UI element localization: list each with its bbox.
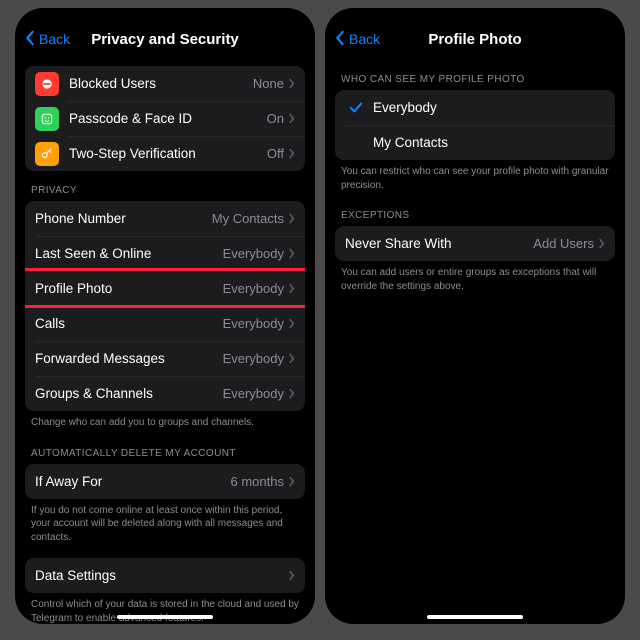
blocked-icon [35, 72, 59, 96]
screen-profile-photo: Back Profile Photo WHO CAN SEE MY PROFIL… [325, 8, 625, 624]
row-passcode-faceid[interactable]: Passcode & Face ID On [25, 101, 305, 136]
chevron-right-icon [288, 248, 295, 259]
row-label: Phone Number [35, 211, 212, 226]
auto-delete-header: AUTOMATICALLY DELETE MY ACCOUNT [25, 434, 305, 464]
row-label: Profile Photo [35, 281, 223, 296]
chevron-right-icon [288, 113, 295, 124]
row-blocked-users[interactable]: Blocked Users None [25, 66, 305, 101]
row-value: Add Users [533, 236, 594, 251]
auto-delete-group: If Away For 6 months [25, 464, 305, 499]
row-label: Blocked Users [69, 76, 253, 91]
auto-delete-footer: If you do not come online at least once … [25, 499, 305, 549]
row-label: Data Settings [35, 568, 288, 583]
who-can-see-footer: You can restrict who can see your profil… [335, 160, 615, 196]
status-bar [15, 8, 315, 22]
row-value: On [267, 111, 284, 126]
row-label: Never Share With [345, 236, 533, 251]
back-button[interactable]: Back [15, 30, 70, 49]
row-if-away-for[interactable]: If Away For 6 months [25, 464, 305, 499]
row-calls[interactable]: Calls Everybody [25, 306, 305, 341]
row-value: Everybody [223, 351, 284, 366]
privacy-footer: Change who can add you to groups and cha… [25, 411, 305, 434]
chevron-right-icon [288, 283, 295, 294]
row-value: 6 months [231, 474, 284, 489]
back-label: Back [349, 31, 380, 47]
key-icon [35, 142, 59, 166]
row-value: Everybody [223, 246, 284, 261]
home-indicator[interactable] [427, 615, 523, 619]
back-label: Back [39, 31, 70, 47]
row-label: If Away For [35, 474, 231, 489]
data-settings-footer: Control which of your data is stored in … [25, 593, 305, 624]
exceptions-header: EXCEPTIONS [335, 196, 615, 226]
home-indicator[interactable] [117, 615, 213, 619]
row-forwarded[interactable]: Forwarded Messages Everybody [25, 341, 305, 376]
option-my-contacts[interactable]: My Contacts [335, 125, 615, 160]
row-data-settings[interactable]: Data Settings [25, 558, 305, 593]
chevron-right-icon [288, 213, 295, 224]
back-button[interactable]: Back [325, 30, 380, 49]
option-label: My Contacts [373, 135, 605, 150]
privacy-group: Phone Number My Contacts Last Seen & Onl… [25, 201, 305, 411]
option-label: Everybody [373, 100, 605, 115]
status-bar [325, 8, 625, 22]
row-never-share-with[interactable]: Never Share With Add Users [335, 226, 615, 261]
row-last-seen[interactable]: Last Seen & Online Everybody [25, 236, 305, 271]
chevron-right-icon [288, 318, 295, 329]
security-group: Blocked Users None Passcode & Face ID On [25, 66, 305, 171]
chevron-right-icon [288, 388, 295, 399]
row-groups-channels[interactable]: Groups & Channels Everybody [25, 376, 305, 411]
row-label: Groups & Channels [35, 386, 223, 401]
row-value: Off [267, 146, 284, 161]
chevron-left-icon [23, 30, 37, 49]
chevron-left-icon [333, 30, 347, 49]
row-value: Everybody [223, 281, 284, 296]
visibility-group: Everybody My Contacts [335, 90, 615, 160]
row-value: None [253, 76, 284, 91]
privacy-header: PRIVACY [25, 171, 305, 201]
chevron-right-icon [288, 353, 295, 364]
data-settings-group: Data Settings [25, 558, 305, 593]
row-label: Last Seen & Online [35, 246, 223, 261]
nav-bar: Back Profile Photo [325, 22, 625, 56]
nav-bar: Back Privacy and Security [15, 22, 315, 56]
option-everybody[interactable]: Everybody [335, 90, 615, 125]
chevron-right-icon [288, 148, 295, 159]
chevron-right-icon [288, 78, 295, 89]
check-icon [345, 102, 367, 114]
exceptions-group: Never Share With Add Users [335, 226, 615, 261]
who-can-see-header: WHO CAN SEE MY PROFILE PHOTO [335, 60, 615, 90]
row-label: Forwarded Messages [35, 351, 223, 366]
chevron-right-icon [598, 238, 605, 249]
exceptions-footer: You can add users or entire groups as ex… [335, 261, 615, 297]
faceid-icon [35, 107, 59, 131]
screen-privacy-security: Back Privacy and Security Blocked Users … [15, 8, 315, 624]
row-value: My Contacts [212, 211, 284, 226]
chevron-right-icon [288, 570, 295, 581]
row-two-step[interactable]: Two-Step Verification Off [25, 136, 305, 171]
row-label: Passcode & Face ID [69, 111, 267, 126]
row-phone-number[interactable]: Phone Number My Contacts [25, 201, 305, 236]
row-label: Two-Step Verification [69, 146, 267, 161]
row-profile-photo[interactable]: Profile Photo Everybody [25, 271, 305, 306]
row-value: Everybody [223, 386, 284, 401]
row-label: Calls [35, 316, 223, 331]
row-value: Everybody [223, 316, 284, 331]
chevron-right-icon [288, 476, 295, 487]
